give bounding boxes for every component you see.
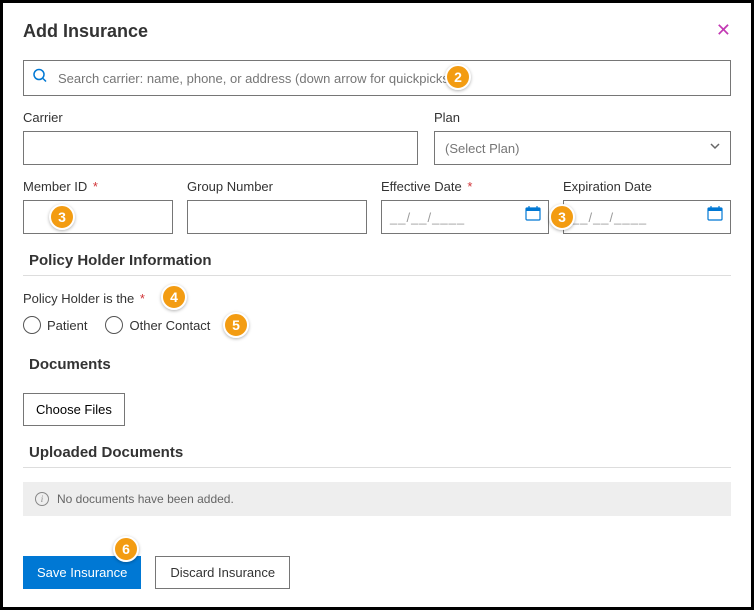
expiration-date-label: Expiration Date [563, 179, 731, 194]
plan-select[interactable]: (Select Plan) [434, 131, 731, 165]
effective-date-label: Effective Date * [381, 179, 549, 194]
documents-section-title: Documents [23, 356, 731, 379]
radio-circle-icon [105, 316, 123, 334]
discard-insurance-button[interactable]: Discard Insurance [155, 556, 290, 589]
radio-other-contact[interactable]: Other Contact [105, 316, 210, 334]
info-icon: i [35, 492, 49, 506]
calendar-icon[interactable] [525, 205, 541, 226]
callout-badge-4: 4 [161, 284, 187, 310]
required-indicator: * [464, 179, 473, 194]
carrier-label: Carrier [23, 110, 418, 125]
group-number-input[interactable] [187, 200, 367, 234]
callout-badge-2: 2 [445, 64, 471, 90]
radio-patient[interactable]: Patient [23, 316, 87, 334]
choose-files-button[interactable]: Choose Files [23, 393, 125, 426]
group-number-label: Group Number [187, 179, 367, 194]
policy-holder-label: Policy Holder is the * [23, 291, 145, 306]
callout-badge-3a: 3 [49, 204, 75, 230]
member-id-label: Member ID * [23, 179, 173, 194]
uploaded-documents-title: Uploaded Documents [23, 444, 731, 468]
callout-badge-3b: 3 [549, 204, 575, 230]
carrier-input[interactable] [23, 131, 418, 165]
no-documents-text: No documents have been added. [57, 492, 234, 506]
policy-section-title: Policy Holder Information [23, 252, 731, 276]
callout-badge-5: 5 [223, 312, 249, 338]
no-documents-banner: i No documents have been added. [23, 482, 731, 516]
calendar-icon[interactable] [707, 205, 723, 226]
search-icon [32, 68, 48, 89]
expiration-date-input[interactable]: __/__/____ [563, 200, 731, 234]
effective-date-input[interactable]: __/__/____ [381, 200, 549, 234]
callout-badge-6: 6 [113, 536, 139, 562]
plan-label: Plan [434, 110, 731, 125]
page-title: Add Insurance [23, 21, 148, 42]
radio-circle-icon [23, 316, 41, 334]
member-id-input[interactable] [23, 200, 173, 234]
radio-patient-label: Patient [47, 318, 87, 333]
required-indicator: * [136, 291, 145, 306]
carrier-search-input[interactable] [23, 60, 731, 96]
close-icon[interactable]: ✕ [716, 21, 731, 39]
radio-other-label: Other Contact [129, 318, 210, 333]
required-indicator: * [89, 179, 98, 194]
